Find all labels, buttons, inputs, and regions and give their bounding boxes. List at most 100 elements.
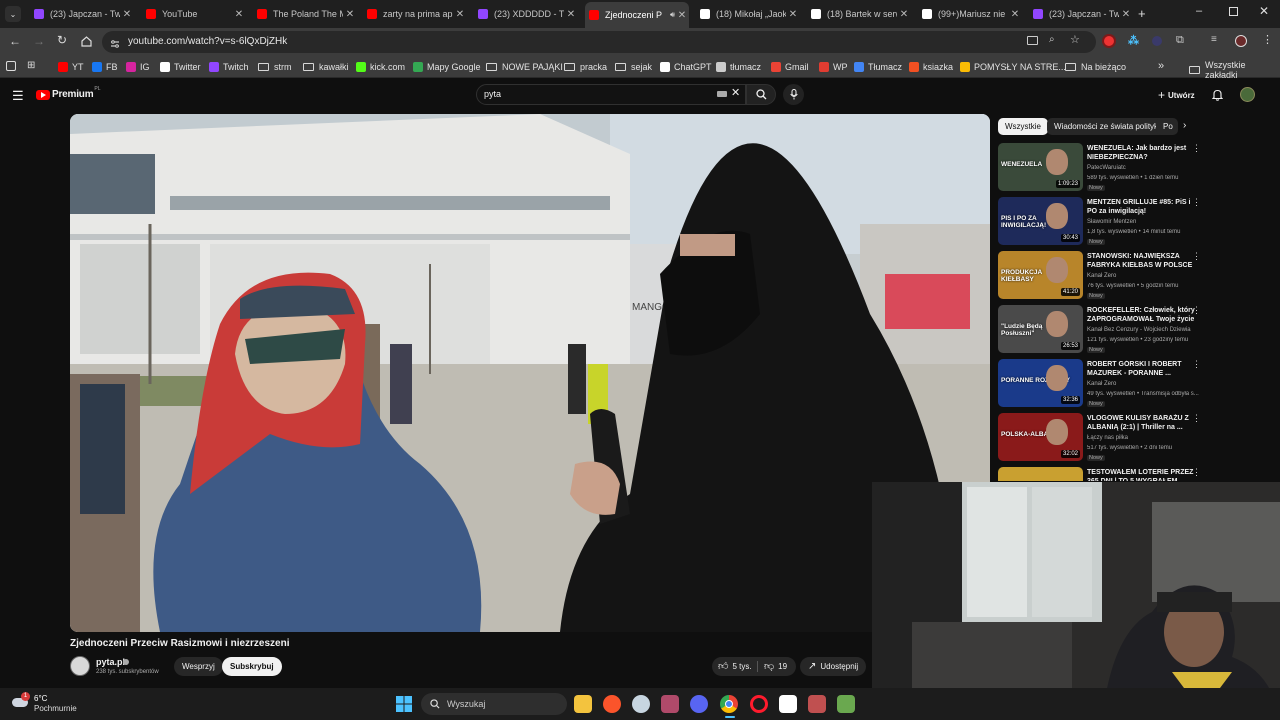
recommended-video[interactable]: PRODUKCJA KIEŁBASY 41:20 STANOWSKI: NAJWIĘ… [998, 251, 1208, 301]
recommended-video[interactable]: "Ludzie Będą Posłuszni" 26:53 ROCKEFELLER:… [998, 305, 1208, 355]
bookmark-item[interactable]: NOWE PAJĄKI [486, 60, 563, 74]
tab[interactable]: (23) Japczan - Twitch✕ [1029, 4, 1133, 24]
close-tab-icon[interactable]: ✕ [1119, 9, 1133, 20]
tab[interactable]: zarty na prima aprilis✕ [363, 4, 467, 24]
video-thumbnail[interactable]: PRODUKCJA KIEŁBASY 41:20 [998, 251, 1083, 299]
account-avatar[interactable] [1240, 87, 1255, 102]
tab[interactable]: (23) XDDDDD - Twitch✕ [474, 4, 578, 24]
app2-icon[interactable] [837, 695, 855, 713]
video-thumbnail[interactable]: "Ludzie Będą Posłuszni" 26:53 [998, 305, 1083, 353]
bookmark-item[interactable]: kawałki [303, 60, 349, 74]
brave-icon[interactable] [603, 695, 621, 713]
bookmark-item[interactable]: Twitter [160, 60, 201, 74]
bookmark-item[interactable]: kick.com [356, 60, 405, 74]
create-button[interactable]: + Utwórz [1158, 88, 1195, 102]
more-options-icon[interactable]: ⋮ [1192, 251, 1201, 262]
recommended-video[interactable]: PIS I PO ZA INWIGILACJĄ! 30:43 MENTZEN GRI… [998, 197, 1208, 247]
more-options-icon[interactable]: ⋮ [1192, 197, 1201, 208]
video-thumbnail[interactable] [998, 467, 1083, 481]
filter-chip[interactable]: Wiadomości ze świata polityki [1047, 118, 1167, 135]
bookmarks-overflow-button[interactable]: » [1158, 60, 1164, 72]
tab[interactable]: YouTube ✕ [142, 4, 246, 24]
tab[interactable]: (18) Mikołaj „Jaok" Jaok✕ [696, 4, 800, 24]
video-player[interactable]: MANGO [70, 114, 990, 632]
record-extension-icon[interactable] [1104, 36, 1114, 46]
sidebar-toggle-icon[interactable] [6, 61, 16, 71]
more-options-icon[interactable]: ⋮ [1192, 413, 1201, 424]
bookmark-item[interactable]: Gmail [771, 60, 809, 74]
search-button[interactable] [746, 84, 776, 105]
more-options-icon[interactable]: ⋮ [1192, 467, 1201, 478]
tab[interactable]: Zjednoczeni P 🔊︎ ✕ [585, 2, 689, 28]
zoom-icon[interactable]: ⌕ [1049, 34, 1055, 45]
back-icon[interactable]: ← [9, 34, 21, 48]
tab[interactable]: (23) Japczan - Twitch✕ [30, 4, 134, 24]
opera-icon[interactable] [750, 695, 768, 713]
profile-avatar[interactable] [1235, 35, 1247, 47]
video-thumbnail[interactable]: WENEZUELA 1:09:23 [998, 143, 1083, 191]
channel-name[interactable]: Kanał Bez Cenzury - Wojciech Dziewia [1087, 327, 1191, 333]
close-tab-icon[interactable]: ✕ [897, 9, 911, 20]
close-tab-icon[interactable]: ✕ [232, 9, 246, 20]
bookmark-item[interactable]: ksiazka [909, 60, 953, 74]
bookmark-item[interactable]: sejak [615, 60, 652, 74]
bookmark-item[interactable]: Mapy Google [413, 60, 481, 74]
video-title[interactable]: TESTOWAŁEM LOTERIE PRZEZ 365 DNI | TO 5 … [1087, 468, 1199, 481]
tab-search-button[interactable]: ⌄ [5, 6, 21, 22]
channel-name[interactable]: Kanał Zero [1087, 273, 1116, 279]
chips-next-icon[interactable]: › [1183, 120, 1186, 131]
bookmark-item[interactable]: POMYSŁY NA STRE... [960, 60, 1066, 74]
share-button[interactable]: ↗ Udostępnij [800, 657, 867, 676]
bookmark-item[interactable]: pracka [564, 60, 607, 74]
taskbar-search[interactable]: Wyszukaj [421, 693, 567, 715]
recommended-video[interactable]: WENEZUELA 1:09:23 WENEZUELA: Jak bardzo je… [998, 143, 1208, 193]
bookmark-star-icon[interactable]: ☆ [1070, 33, 1080, 46]
all-bookmarks-folder[interactable]: Wszystkie zakładki [1189, 60, 1280, 80]
minimize-button[interactable]: – [1196, 5, 1202, 17]
close-tab-icon[interactable]: ✕ [1008, 9, 1022, 20]
video-title[interactable]: MENTZEN GRILLUJE #85: PiS i PO za inwigi… [1087, 198, 1199, 216]
apps-grid-icon[interactable]: ⊞ [27, 60, 35, 71]
bookmark-item[interactable]: YT [58, 60, 84, 74]
reading-list-icon[interactable]: ≡ [1211, 34, 1217, 45]
start-button[interactable] [396, 696, 412, 712]
youtube-logo[interactable]: Premium PL [36, 86, 101, 100]
channel-name[interactable]: pyta.pl [96, 657, 125, 667]
video-title[interactable]: ROBERT GÓRSKI I ROBERT MAZUREK - PORANNE… [1087, 360, 1199, 378]
voice-search-button[interactable] [783, 84, 804, 105]
tab[interactable]: (18) Bartek w serwisie X✕ [807, 4, 911, 24]
menu-kebab-icon[interactable]: ⋮ [1262, 33, 1273, 46]
more-options-icon[interactable]: ⋮ [1192, 143, 1201, 154]
filter-chip[interactable]: Po [1156, 118, 1178, 135]
forward-icon[interactable]: → [33, 34, 45, 48]
clear-search-icon[interactable]: ✕ [731, 86, 740, 99]
bookmark-item[interactable]: IG [126, 60, 150, 74]
close-tab-icon[interactable]: ✕ [786, 9, 800, 20]
video-title[interactable]: ROCKEFELLER: Człowiek, który ZAPROGRAMOW… [1087, 306, 1199, 324]
support-button[interactable]: Wesprzyj [174, 657, 223, 676]
discord-icon[interactable] [690, 695, 708, 713]
close-tab-icon[interactable]: ✕ [675, 10, 689, 21]
recommended-video[interactable]: POLSKA-ALBANIA 32:02 VLOGOWE KULISY BARAŻU… [998, 413, 1208, 463]
video-thumbnail[interactable]: PORANNE ROZMOWY 32:36 [998, 359, 1083, 407]
steam-icon[interactable] [632, 695, 650, 713]
extension-icon[interactable]: ⁂ [1128, 34, 1139, 47]
home-icon[interactable] [81, 34, 92, 47]
tab[interactable]: The Poland The Musical✕ [253, 4, 357, 24]
close-tab-icon[interactable]: ✕ [343, 9, 357, 20]
video-title[interactable]: VLOGOWE KULISY BARAŻU Z ALBANIĄ (2:1) | … [1087, 414, 1199, 432]
channel-name[interactable]: PatecWaruiatc [1087, 165, 1126, 171]
hamburger-menu-icon[interactable]: ☰ [12, 88, 24, 104]
chrome-icon[interactable] [720, 695, 738, 713]
video-title[interactable]: WENEZUELA: Jak bardzo jest NIEBEZPIECZNA… [1087, 144, 1199, 162]
app-icon[interactable] [808, 695, 826, 713]
cast-icon[interactable] [1027, 36, 1038, 45]
tab[interactable]: (99+)Mariusz nie ✕ [918, 4, 1022, 24]
bookmark-item[interactable]: Tłumacz [854, 60, 902, 74]
bookmark-item[interactable]: Twitch [209, 60, 249, 74]
channel-name[interactable]: Łączy nas piłka [1087, 435, 1128, 441]
url-text[interactable]: youtube.com/watch?v=s-6lQxDjZHk [128, 36, 287, 47]
site-info-icon[interactable] [110, 36, 120, 48]
like-button[interactable]: 👍︎ 5 tys. [718, 660, 752, 672]
close-tab-icon[interactable]: ✕ [120, 9, 134, 20]
